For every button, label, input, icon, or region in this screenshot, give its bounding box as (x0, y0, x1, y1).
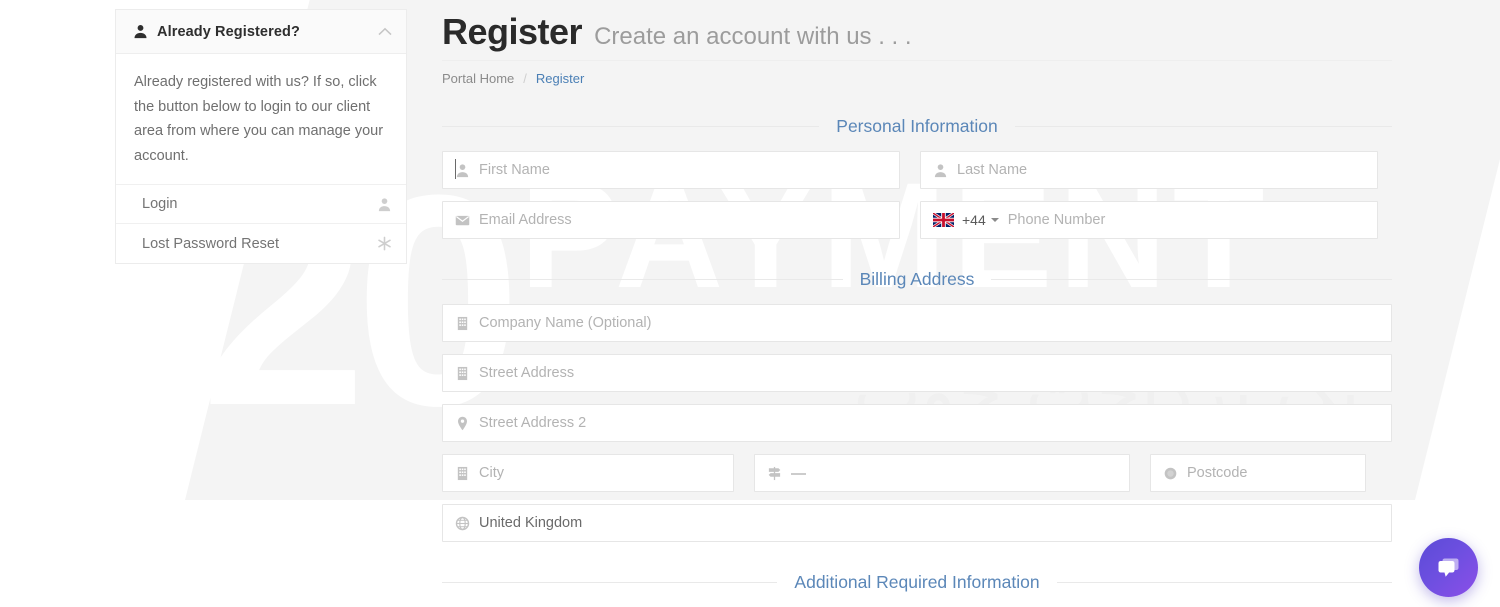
building-icon (457, 316, 468, 330)
main-content: Register Create an account with us . . .… (442, 0, 1393, 607)
section-title-additional-required-information: Additional Required Information (794, 572, 1040, 592)
street-address-2-placeholder: Street Address 2 (479, 415, 587, 431)
section-header-personal-information: Personal Information (442, 116, 1393, 137)
chevron-up-icon[interactable] (378, 27, 392, 36)
panel-title: Already Registered? (157, 23, 300, 40)
section-rule-left (442, 126, 820, 127)
sidebar-item-login-label: Login (142, 196, 178, 212)
chat-launcher-button[interactable] (1419, 538, 1478, 597)
sidebar-item-login[interactable]: Login (116, 185, 406, 224)
map-pin-icon (458, 416, 467, 430)
phone-placeholder: Phone Number (1007, 212, 1106, 228)
postcode-placeholder: Postcode (1187, 465, 1248, 481)
company-row: Company Name (Optional) (442, 304, 1392, 342)
sidebar-item-lost-password-reset-label: Lost Password Reset (142, 235, 280, 252)
state-field[interactable]: — (754, 454, 1130, 492)
sidebar-item-lost-password-reset[interactable]: Lost Password Reset (116, 224, 406, 263)
text-caret (455, 159, 456, 179)
phone-country-selector[interactable]: +44 (933, 212, 999, 228)
company-name-field[interactable]: Company Name (Optional) (442, 304, 1392, 342)
first-name-field[interactable]: First Name (442, 151, 900, 189)
last-name-field[interactable]: Last Name (920, 151, 1378, 189)
street-address-placeholder: Street Address (479, 365, 575, 381)
country-select[interactable]: United Kingdom (442, 504, 1392, 542)
user-icon (456, 163, 469, 177)
section-rule-left (442, 279, 843, 280)
name-row: First Name Last Name (442, 151, 1392, 189)
state-value: — (791, 464, 806, 482)
street-2-row: Street Address 2 (442, 404, 1392, 442)
postcode-field[interactable]: Postcode (1150, 454, 1366, 492)
building-icon (457, 466, 468, 480)
last-name-placeholder: Last Name (957, 162, 1028, 178)
first-name-placeholder: First Name (479, 162, 550, 178)
email-field[interactable]: Email Address (442, 201, 900, 239)
breadcrumb: Portal Home / Register (442, 60, 1392, 86)
street-address-2-field[interactable]: Street Address 2 (442, 404, 1392, 442)
page-root: 20 PAYMENT یک پرداخت خوب Already Registe… (0, 0, 1500, 607)
envelope-icon (455, 215, 470, 225)
section-title-personal-information: Personal Information (836, 116, 998, 136)
country-row: United Kingdom (442, 504, 1392, 542)
breadcrumb-separator: / (523, 71, 527, 86)
panel-body-text: Already registered with us? If so, click… (116, 54, 406, 185)
chevron-down-icon[interactable] (990, 218, 999, 222)
page-title: Register (442, 11, 583, 52)
section-rule-left (442, 582, 778, 583)
company-name-placeholder: Company Name (Optional) (479, 315, 652, 331)
section-header-additional-required-information: Additional Required Information (442, 572, 1392, 593)
country-value: United Kingdom (479, 515, 583, 531)
chat-bubble-icon (1438, 558, 1458, 577)
section-rule-right (1056, 582, 1392, 583)
street-address-field[interactable]: Street Address (442, 354, 1392, 392)
city-state-postcode-row: City — Postcode (442, 454, 1392, 492)
phone-dial-code: +44 (962, 212, 986, 228)
building-icon (457, 366, 468, 380)
signpost-icon (768, 466, 781, 480)
phone-field[interactable]: +44 Phone Number (920, 201, 1378, 239)
contact-row: Email Address +44 Phone Number (442, 201, 1392, 239)
asterisk-icon (378, 236, 391, 251)
section-rule-right (991, 279, 1393, 280)
user-icon (934, 163, 947, 177)
user-icon (378, 197, 391, 211)
city-placeholder: City (479, 465, 504, 481)
breadcrumb-register[interactable]: Register (536, 71, 584, 86)
page-subtitle: Create an account with us . . . (594, 23, 912, 50)
globe-icon (455, 516, 470, 530)
email-placeholder: Email Address (479, 212, 572, 228)
breadcrumb-portal-home[interactable]: Portal Home (442, 71, 514, 86)
already-registered-panel: Already Registered? Already registered w… (115, 9, 407, 264)
user-icon (134, 25, 147, 39)
circle-badge-icon (1164, 467, 1177, 479)
already-registered-header[interactable]: Already Registered? (116, 10, 406, 54)
page-header: Register Create an account with us . . . (442, 0, 1392, 60)
section-title-billing-address: Billing Address (859, 269, 975, 289)
street-1-row: Street Address (442, 354, 1392, 392)
section-header-billing-address: Billing Address (442, 269, 1393, 290)
uk-flag-icon (933, 213, 954, 227)
city-field[interactable]: City (442, 454, 734, 492)
section-rule-right (1014, 126, 1393, 127)
